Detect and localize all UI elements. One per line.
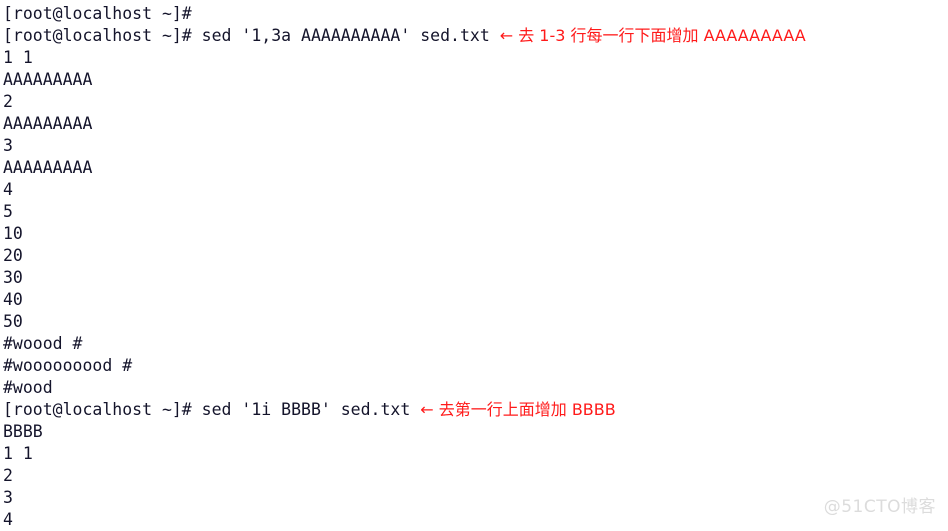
line-text: 50	[3, 312, 23, 331]
terminal-output-line: 1 1	[3, 47, 948, 69]
line-text: #wooooooood #	[3, 356, 133, 375]
terminal-output-line: 50	[3, 311, 948, 333]
terminal-output-line: 2	[3, 465, 948, 487]
terminal-output-line: AAAAAAAAA	[3, 69, 948, 91]
line-text: 3	[3, 136, 13, 155]
watermark: @51CTO博客	[823, 497, 936, 517]
line-text: 40	[3, 290, 23, 309]
terminal-output: [root@localhost ~]# [root@localhost ~]# …	[3, 3, 948, 531]
line-text: [root@localhost ~]# sed '1i BBBB' sed.tx…	[3, 400, 421, 419]
terminal-prompt-line: [root@localhost ~]#	[3, 3, 948, 25]
line-text: AAAAAAAAA	[3, 158, 93, 177]
line-text: AAAAAAAAA	[3, 114, 93, 133]
red-annotation: ← 去 1-3 行每一行下面增加 AAAAAAAAA	[499, 26, 806, 45]
terminal-output-line: 30	[3, 267, 948, 289]
terminal-output-line: 2	[3, 91, 948, 113]
line-text: #woood #	[3, 334, 83, 353]
line-text: #wood	[3, 378, 53, 397]
terminal-output-line: 3	[3, 135, 948, 157]
red-annotation: ← 去第一行上面增加 BBBB	[420, 400, 616, 419]
line-text: 2	[3, 92, 13, 111]
terminal-output-line: 40	[3, 289, 948, 311]
terminal-output-line: #woood #	[3, 333, 948, 355]
line-text: 1 1	[3, 48, 33, 67]
line-text: AAAAAAAAA	[3, 70, 93, 89]
terminal-command-line: [root@localhost ~]# sed '1,3a AAAAAAAAAA…	[3, 25, 948, 47]
terminal-output-line: 3	[3, 487, 948, 509]
terminal-window[interactable]: [root@localhost ~]# [root@localhost ~]# …	[0, 0, 948, 529]
terminal-output-line: #wood	[3, 377, 948, 399]
terminal-output-line: 5	[3, 201, 948, 223]
line-text: 20	[3, 246, 23, 265]
line-text: [root@localhost ~]# sed '1,3a AAAAAAAAAA…	[3, 26, 500, 45]
terminal-command-line: [root@localhost ~]# sed '1i BBBB' sed.tx…	[3, 399, 948, 421]
line-text: [root@localhost ~]#	[3, 4, 202, 23]
terminal-output-line: AAAAAAAAA	[3, 157, 948, 179]
terminal-output-line: 20	[3, 245, 948, 267]
line-text: 30	[3, 268, 23, 287]
terminal-output-line: BBBB	[3, 421, 948, 443]
line-text: BBBB	[3, 422, 43, 441]
line-text: 4	[3, 510, 13, 529]
line-text: 3	[3, 488, 13, 507]
line-text: 1 1	[3, 444, 33, 463]
terminal-output-line: AAAAAAAAA	[3, 113, 948, 135]
terminal-output-line: #wooooooood #	[3, 355, 948, 377]
line-text: 5	[3, 202, 13, 221]
terminal-output-line: 4	[3, 509, 948, 531]
line-text: 4	[3, 180, 13, 199]
line-text: 2	[3, 466, 13, 485]
terminal-output-line: 4	[3, 179, 948, 201]
terminal-output-line: 1 1	[3, 443, 948, 465]
line-text: 10	[3, 224, 23, 243]
terminal-output-line: 10	[3, 223, 948, 245]
